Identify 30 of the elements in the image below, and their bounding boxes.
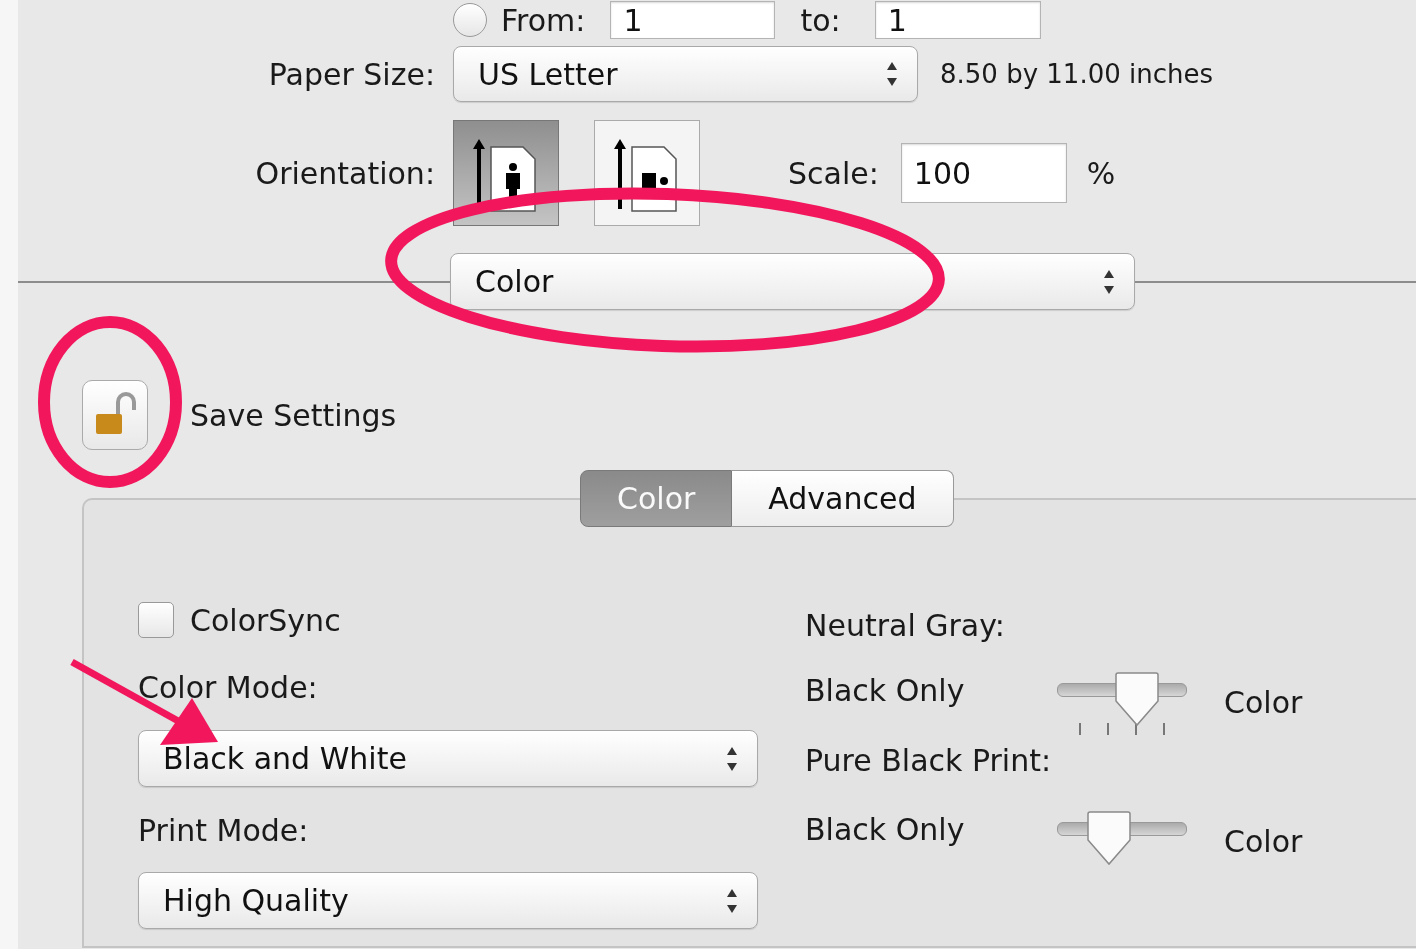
slider-min-label: Black Only [805,812,966,847]
from-page-field[interactable]: 1 [610,1,776,39]
slider-label: Pure Black Print: [805,743,1052,778]
popup-button[interactable]: Color [450,253,1135,310]
paper-dimensions: 8.50 by 11.00 inches [940,59,1214,89]
slider-thumb[interactable] [1085,810,1132,866]
slider-label: Neutral Gray: [805,608,1005,643]
popup-button[interactable]: Black and White [138,730,758,787]
scale-field[interactable]: 100 [900,143,1067,203]
field-label: From: [501,2,586,38]
slider-min-label: Black Only [805,673,966,708]
field-label: Print Mode: [138,813,309,848]
lock-button[interactable] [82,380,148,450]
slider-max-label: Color [1224,685,1303,720]
save-settings-label: Save Settings [190,397,397,433]
tab[interactable]: Advanced [732,470,954,527]
field-label: Scale: [788,155,879,191]
slider-thumb[interactable] [1114,671,1161,727]
field-label: Paper Size: [267,56,435,92]
checkbox[interactable] [138,602,174,638]
field-label: Orientation: [254,155,435,191]
popup-button[interactable]: High Quality [138,872,758,929]
checkbox-label: ColorSync [190,602,341,638]
unit-label: % [1086,155,1116,191]
radio-button[interactable] [453,3,487,37]
field-label: to: [800,2,841,38]
popup-button[interactable]: US Letter [453,46,918,102]
field-label: Color Mode: [138,670,318,705]
slider-max-label: Color [1224,824,1303,859]
to-page-field[interactable]: 1 [874,1,1041,39]
